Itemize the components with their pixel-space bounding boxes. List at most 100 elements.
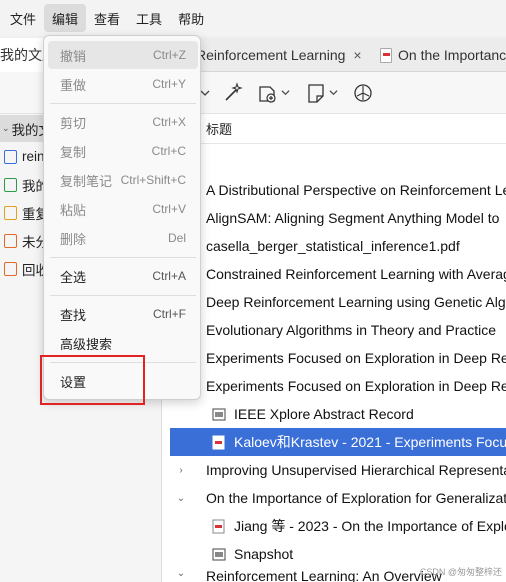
menu-item-redo[interactable]: 重做 Ctrl+Y — [48, 70, 198, 98]
document-icon — [4, 177, 17, 192]
menu-bar: 文件 编辑 查看 工具 帮助 — [0, 0, 506, 36]
item-row-attachment[interactable]: IEEE Xplore Abstract Record — [170, 400, 506, 428]
item-title: Evolutionary Algorithms in Theory and Pr… — [206, 322, 496, 338]
chevron-down-icon: ⌄ — [2, 123, 10, 133]
menu-item-copy[interactable]: 复制 Ctrl+C — [48, 137, 198, 165]
item-row[interactable]: A Distributional Perspective on Reinforc… — [170, 176, 506, 204]
edit-menu-dropdown: 撤销 Ctrl+Z 重做 Ctrl+Y 剪切 Ctrl+X 复制 Ctrl+C … — [43, 35, 201, 400]
menu-item-label: 复制笔记 — [60, 173, 113, 189]
menu-item-shortcut: Ctrl+V — [152, 202, 186, 216]
highlight-box — [40, 355, 145, 405]
menu-item-shortcut: Ctrl+Y — [152, 77, 186, 91]
chevron-right-icon[interactable]: › — [174, 465, 188, 476]
menu-item-shortcut: Del — [167, 231, 186, 245]
menu-item-label: 全选 — [60, 269, 87, 285]
menu-item-advanced-search[interactable]: 高级搜索 — [48, 329, 198, 357]
chevron-down-icon[interactable]: ⌄ — [174, 568, 188, 579]
folder-icon — [4, 149, 17, 164]
menu-item-shortcut: Ctrl+X — [152, 115, 186, 129]
menu-item-label: 删除 — [60, 231, 87, 247]
menu-item-label: 复制 — [60, 144, 87, 160]
item-title: Deep Reinforcement Learning using Geneti… — [206, 294, 506, 310]
item-title: A Distributional Perspective on Reinforc… — [206, 182, 506, 198]
chevron-down-icon[interactable] — [200, 82, 210, 104]
tab-close-icon[interactable]: × — [353, 47, 361, 63]
item-title: AlignSAM: Aligning Segment Anything Mode… — [206, 210, 500, 226]
ai-assistant-icon[interactable] — [352, 82, 374, 104]
menu-edit[interactable]: 编辑 — [44, 4, 87, 32]
item-row-attachment-selected[interactable]: Kaloev和Krastev - 2021 - Experiments Focu… — [170, 428, 506, 456]
item-row[interactable]: ⌄ Experiments Focused on Exploration in … — [170, 372, 506, 400]
chevron-down-icon[interactable]: ⌄ — [174, 493, 188, 504]
item-row[interactable]: casella_berger_statistical_inference1.pd… — [170, 232, 506, 260]
item-row-attachment[interactable]: Snapshot — [170, 540, 506, 568]
item-title: Kaloev和Krastev - 2021 - Experiments Focu… — [234, 434, 506, 450]
menu-item-paste[interactable]: 粘贴 Ctrl+V — [48, 195, 198, 223]
chevron-down-icon — [329, 88, 338, 99]
webpage-snapshot-icon — [212, 407, 226, 422]
menu-tools[interactable]: 工具 — [128, 4, 170, 32]
items-pane: 标题 A Distributional Perspective on Reinf… — [162, 114, 506, 582]
trash-icon — [4, 261, 17, 276]
menu-item-copy-note[interactable]: 复制笔记 Ctrl+Shift+C — [48, 166, 198, 194]
item-title: Constrained Reinforcement Learning with … — [206, 266, 506, 282]
menu-item-delete[interactable]: 删除 Del — [48, 224, 198, 252]
item-title: Jiang 等 - 2023 - On the Importance of Ex… — [234, 518, 506, 534]
watermark: CSDN @匆匆整梓还 — [419, 567, 502, 577]
item-row-attachment[interactable]: Jiang 等 - 2023 - On the Importance of Ex… — [170, 512, 506, 540]
duplicate-icon — [4, 205, 17, 220]
menu-item-label: 高级搜索 — [60, 336, 113, 352]
item-title: casella_berger_statistical_inference1.pd… — [206, 238, 460, 254]
column-title-label: 标题 — [206, 122, 233, 137]
menu-item-find[interactable]: 查找 Ctrl+F — [48, 300, 198, 328]
pdf-icon — [212, 435, 226, 450]
menu-item-label: 撤销 — [60, 48, 87, 64]
magic-wand-icon[interactable] — [222, 82, 244, 104]
tab-on-the-importance[interactable]: On the Importance — [380, 38, 506, 72]
column-header-title[interactable]: 标题 — [162, 114, 506, 144]
item-title: Reinforcement Learning: An Overview — [206, 568, 442, 582]
menu-view[interactable]: 查看 — [86, 4, 128, 32]
menu-item-shortcut: Ctrl+C — [151, 144, 186, 158]
item-row[interactable]: Deep Reinforcement Learning using Geneti… — [170, 288, 506, 316]
menu-separator — [50, 257, 196, 258]
item-row[interactable]: Evolutionary Algorithms in Theory and Pr… — [170, 316, 506, 344]
tab-library[interactable]: 我的文库 — [0, 38, 46, 72]
tab-library-label: 我的文库 — [0, 47, 45, 63]
tab-reinforcement-learning[interactable]: Reinforcement Learning × — [196, 38, 372, 72]
pdf-icon — [380, 47, 392, 63]
menu-item-shortcut: Ctrl+Z — [153, 48, 186, 62]
menu-item-cut[interactable]: 剪切 Ctrl+X — [48, 108, 198, 136]
menu-file[interactable]: 文件 — [2, 4, 44, 32]
menu-item-undo[interactable]: 撤销 Ctrl+Z — [48, 41, 198, 69]
tab-label: Reinforcement Learning — [196, 47, 346, 63]
unfiled-icon — [4, 233, 17, 248]
add-attachment-icon[interactable] — [256, 82, 290, 104]
item-row[interactable]: ⌄ On the Importance of Exploration for G… — [170, 484, 506, 512]
pdf-icon — [212, 519, 226, 534]
menu-help[interactable]: 帮助 — [170, 4, 212, 32]
menu-item-label: 剪切 — [60, 115, 87, 131]
item-title: Snapshot — [234, 546, 294, 562]
chevron-down-icon — [281, 88, 290, 99]
menu-item-label: 重做 — [60, 77, 87, 93]
item-row[interactable]: Experiments Focused on Exploration in De… — [170, 344, 506, 372]
menu-item-select-all[interactable]: 全选 Ctrl+A — [48, 262, 198, 290]
item-row[interactable]: Constrained Reinforcement Learning with … — [170, 260, 506, 288]
item-title: IEEE Xplore Abstract Record — [234, 406, 414, 422]
item-title: On the Importance of Exploration for Gen… — [206, 490, 506, 506]
menu-separator — [50, 295, 196, 296]
item-title: Improving Unsupervised Hierarchical Repr… — [206, 462, 506, 478]
menu-item-label: 查找 — [60, 307, 87, 323]
menu-separator — [50, 103, 196, 104]
menu-item-shortcut: Ctrl+Shift+C — [120, 173, 186, 187]
menu-item-shortcut: Ctrl+F — [153, 307, 186, 321]
item-row[interactable]: › Improving Unsupervised Hierarchical Re… — [170, 456, 506, 484]
menu-item-shortcut: Ctrl+A — [152, 269, 186, 283]
webpage-snapshot-icon — [212, 547, 226, 562]
item-title: Experiments Focused on Exploration in De… — [206, 378, 506, 394]
item-row[interactable]: AlignSAM: Aligning Segment Anything Mode… — [170, 204, 506, 232]
item-title: Experiments Focused on Exploration in De… — [206, 350, 506, 366]
new-note-icon[interactable] — [306, 82, 338, 104]
menu-item-label: 粘贴 — [60, 202, 87, 218]
